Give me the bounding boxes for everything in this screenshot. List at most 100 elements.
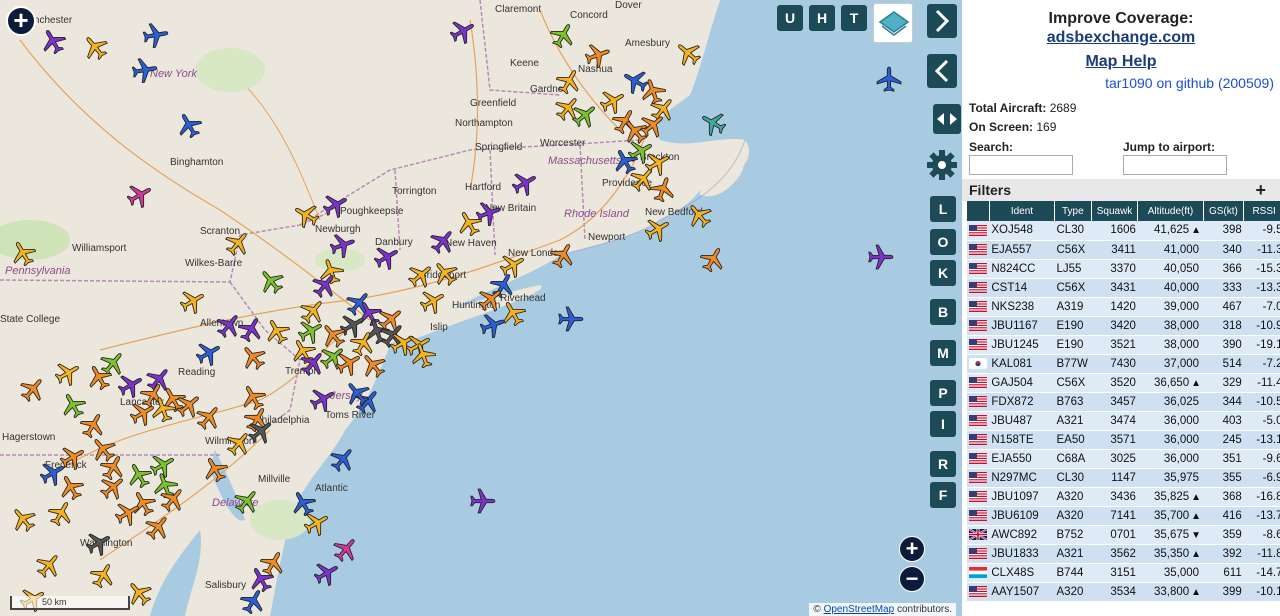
table-row[interactable]: N158TE EA50 3571 36,000 245 -13.1 [967, 430, 1280, 450]
layers-button[interactable] [873, 3, 913, 43]
toggle-b-button[interactable]: B [930, 299, 956, 325]
aircraft-marker-icon[interactable] [310, 386, 336, 412]
aircraft-marker-icon[interactable] [240, 588, 266, 614]
aircraft-marker-icon[interactable] [264, 318, 290, 344]
table-row[interactable]: JBU487 A321 3474 36,000 403 -5.0 [967, 411, 1280, 431]
aircraft-marker-icon[interactable] [360, 352, 386, 378]
aircraft-marker-icon[interactable] [312, 272, 338, 298]
toggle-r-button[interactable]: R [930, 451, 956, 477]
aircraft-marker-icon[interactable] [456, 210, 482, 236]
aircraft-marker-icon[interactable] [420, 288, 446, 314]
aircraft-marker-icon[interactable] [550, 22, 576, 48]
aircraft-marker-icon[interactable] [686, 202, 712, 228]
toggle-m-button[interactable]: M [930, 340, 956, 366]
aircraft-marker-icon[interactable] [558, 306, 584, 332]
table-row[interactable]: EJA557 C56X 3411 41,000 340 -11.3 [967, 240, 1280, 260]
column-header-type[interactable]: Type [1054, 201, 1092, 221]
aircraft-marker-icon[interactable] [333, 536, 359, 562]
aircraft-marker-icon[interactable] [202, 456, 228, 482]
aircraft-marker-icon[interactable] [196, 404, 222, 430]
aircraft-marker-icon[interactable] [330, 232, 356, 258]
aircraft-marker-icon[interactable] [90, 562, 116, 588]
filters-header[interactable]: Filters + [962, 179, 1280, 201]
table-row[interactable]: N297MC CL30 1147 35,975 355 -6.9 [967, 468, 1280, 488]
toggle-h-button[interactable]: H [809, 5, 835, 31]
expand-sidebar-button[interactable]: + [6, 6, 36, 36]
aircraft-marker-icon[interactable] [196, 340, 222, 366]
aircraft-marker-icon[interactable] [127, 182, 153, 208]
aircraft-marker-icon[interactable] [430, 228, 456, 254]
aircraft-marker-icon[interactable] [572, 102, 598, 128]
aircraft-marker-icon[interactable] [240, 344, 266, 370]
aircraft-marker-icon[interactable] [480, 312, 506, 338]
aircraft-marker-icon[interactable] [336, 350, 362, 376]
aircraft-marker-icon[interactable] [36, 552, 62, 578]
aircraft-marker-icon[interactable] [344, 380, 370, 406]
aircraft-marker-icon[interactable] [314, 560, 340, 586]
aircraft-marker-icon[interactable] [226, 430, 252, 456]
aircraft-marker-icon[interactable] [82, 34, 108, 60]
map-view[interactable]: New York Pennsylvania Massachusetts Rhode I… [0, 0, 962, 616]
table-row[interactable]: JBU1833 A321 3562 35,350 ▲ 392 -11.8 [967, 544, 1280, 564]
aircraft-marker-icon[interactable] [304, 510, 330, 536]
aircraft-marker-icon[interactable] [80, 412, 106, 438]
aircraft-marker-icon[interactable] [645, 216, 671, 242]
aircraft-marker-icon[interactable] [585, 42, 611, 68]
aircraft-marker-icon[interactable] [40, 28, 66, 54]
aircraft-marker-icon[interactable] [432, 260, 458, 286]
table-row[interactable]: CST14 C56X 3431 40,000 333 -13.3 [967, 278, 1280, 298]
aircraft-marker-icon[interactable] [550, 242, 576, 268]
next-panel-button[interactable] [927, 4, 957, 38]
aircraft-marker-icon[interactable] [143, 22, 169, 48]
toggle-t-button[interactable]: T [841, 5, 867, 31]
prev-panel-button[interactable] [927, 54, 957, 88]
table-row[interactable]: N824CC LJ55 3370 40,050 366 -15.3 [967, 259, 1280, 279]
table-row[interactable]: AWC892 B752 0701 35,675 ▼ 359 -8.6 [967, 525, 1280, 545]
aircraft-marker-icon[interactable] [55, 360, 81, 386]
aircraft-marker-icon[interactable] [293, 202, 319, 228]
aircraft-marker-icon[interactable] [126, 462, 152, 488]
github-link[interactable]: tar1090 on github (200509) [962, 75, 1280, 91]
aircraft-marker-icon[interactable] [410, 342, 436, 368]
table-row[interactable]: CLX48S B744 3151 35,000 611 -14.7 [967, 563, 1280, 583]
zoom-in-button[interactable]: + [899, 536, 925, 562]
aircraft-marker-icon[interactable] [130, 400, 156, 426]
aircraft-marker-icon[interactable] [675, 40, 701, 66]
aircraft-marker-icon[interactable] [58, 474, 84, 500]
expand-collapse-button[interactable] [933, 104, 961, 134]
aircraft-marker-icon[interactable] [450, 18, 476, 44]
openstreetmap-link[interactable]: OpenStreetMap [824, 604, 895, 615]
aircraft-marker-icon[interactable] [650, 176, 676, 202]
aircraft-marker-icon[interactable] [234, 488, 260, 514]
aircraft-marker-icon[interactable] [10, 506, 36, 532]
aircraft-marker-icon[interactable] [100, 474, 126, 500]
aircraft-marker-icon[interactable] [86, 530, 112, 556]
aircraft-marker-icon[interactable] [20, 376, 46, 402]
aircraft-marker-icon[interactable] [323, 192, 349, 218]
toggle-i-button[interactable]: I [930, 411, 956, 437]
aircraft-marker-icon[interactable] [876, 66, 902, 92]
aircraft-marker-icon[interactable] [700, 110, 726, 136]
adsbexchange-link[interactable]: adsbexchange.com [962, 29, 1280, 47]
aircraft-marker-icon[interactable] [868, 244, 894, 270]
jump-airport-input[interactable] [1123, 155, 1227, 175]
aircraft-marker-icon[interactable] [238, 316, 264, 342]
aircraft-marker-icon[interactable] [132, 57, 158, 83]
aircraft-marker-icon[interactable] [86, 364, 112, 390]
aircraft-marker-icon[interactable] [160, 486, 186, 512]
toggle-l-button[interactable]: L [930, 196, 956, 222]
table-row[interactable]: JBU6109 A320 7141 35,700 ▲ 416 -13.7 [967, 506, 1280, 526]
column-header-gs[interactable]: GS(kt) [1203, 201, 1245, 221]
aircraft-marker-icon[interactable] [700, 246, 726, 272]
table-row[interactable]: GAJ504 C56X 3520 36,650 ▲ 329 -11.4 [967, 373, 1280, 393]
toggle-p-button[interactable]: P [930, 380, 956, 406]
column-header-ident[interactable]: Ident [989, 201, 1056, 221]
aircraft-marker-icon[interactable] [300, 350, 326, 376]
column-header-altitude[interactable]: Altitude(ft) [1137, 201, 1204, 221]
column-header-squawk[interactable]: Squawk [1091, 201, 1139, 221]
table-row[interactable]: FDX872 B763 3457 36,025 344 -10.5 [967, 392, 1280, 412]
table-row[interactable]: AAY1507 A320 3534 33,800 ▲ 399 -10.1 [967, 582, 1280, 602]
table-row[interactable]: EJA550 C68A 3025 36,000 351 -9.6 [967, 449, 1280, 469]
filters-expand-icon[interactable]: + [1255, 179, 1266, 201]
zoom-out-button[interactable]: − [899, 566, 925, 592]
